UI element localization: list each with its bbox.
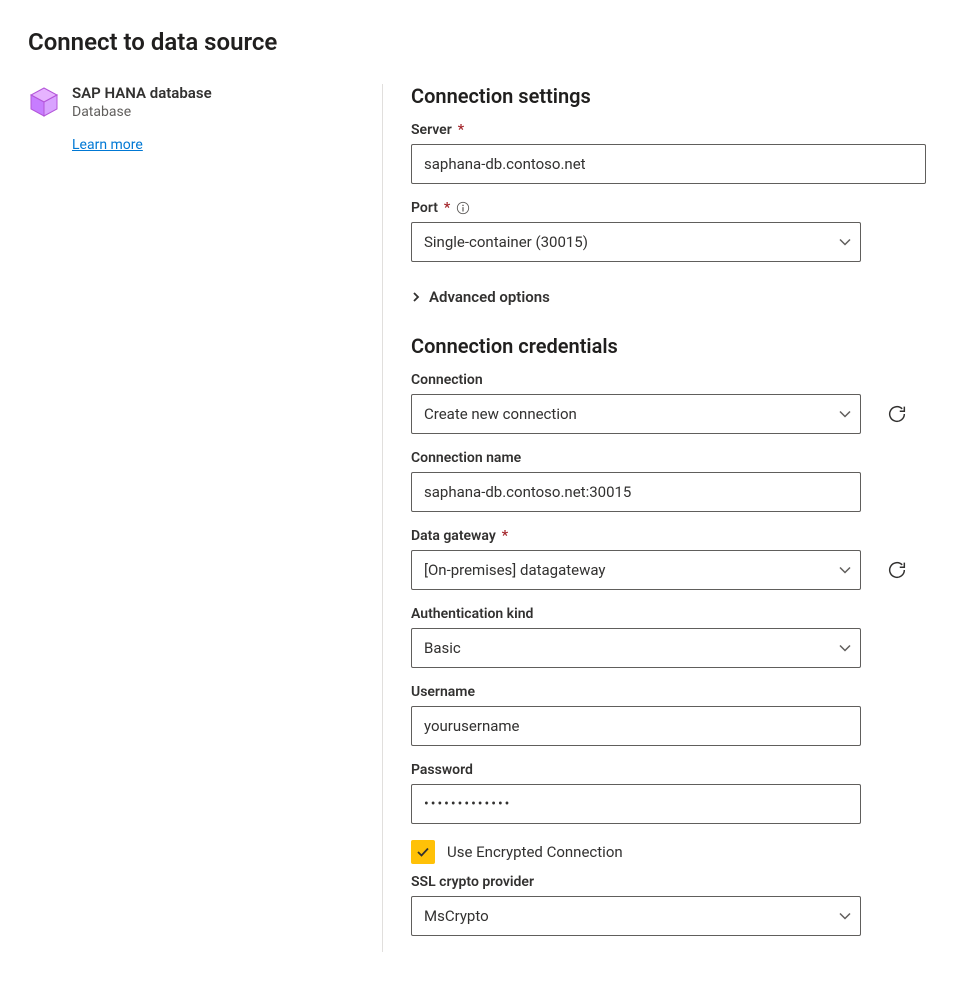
ssl-provider-dropdown[interactable]: MsCrypto	[411, 896, 861, 936]
ssl-provider-value: MsCrypto	[424, 907, 489, 925]
advanced-options-toggle[interactable]: Advanced options	[411, 288, 550, 306]
advanced-options-label: Advanced options	[429, 288, 550, 306]
refresh-gateway-button[interactable]	[883, 556, 911, 584]
source-type: Database	[72, 104, 212, 120]
connection-credentials-heading: Connection credentials	[411, 334, 937, 358]
refresh-connection-button[interactable]	[883, 400, 911, 428]
required-asterisk: *	[444, 200, 450, 216]
connection-value: Create new connection	[424, 405, 577, 423]
chevron-down-icon	[839, 236, 851, 248]
main-form: Connection settings Server * Port * Sing…	[383, 84, 941, 952]
database-cube-icon	[28, 86, 60, 118]
info-icon[interactable]	[456, 201, 470, 215]
server-input[interactable]	[411, 144, 926, 184]
chevron-down-icon	[839, 564, 851, 576]
password-value: •••••••••••••	[424, 796, 511, 812]
chevron-right-icon	[411, 288, 421, 306]
connection-dropdown[interactable]: Create new connection	[411, 394, 861, 434]
username-label: Username	[411, 684, 475, 700]
chevron-down-icon	[839, 910, 851, 922]
connection-name-label: Connection name	[411, 450, 521, 466]
server-label: Server	[411, 122, 452, 138]
auth-kind-dropdown[interactable]: Basic	[411, 628, 861, 668]
chevron-down-icon	[839, 408, 851, 420]
port-dropdown[interactable]: Single-container (30015)	[411, 222, 861, 262]
password-input[interactable]: •••••••••••••	[411, 784, 861, 824]
username-input[interactable]	[411, 706, 861, 746]
encrypted-connection-label: Use Encrypted Connection	[447, 843, 623, 861]
connection-label: Connection	[411, 372, 483, 388]
auth-kind-value: Basic	[424, 639, 461, 657]
gateway-label: Data gateway	[411, 528, 496, 544]
required-asterisk: *	[458, 122, 464, 138]
source-name: SAP HANA database	[72, 84, 212, 102]
port-label: Port	[411, 200, 438, 216]
page-title: Connect to data source	[28, 28, 941, 56]
gateway-value: [On-premises] datagateway	[424, 561, 606, 579]
source-sidebar: SAP HANA database Database Learn more	[28, 84, 383, 952]
ssl-provider-label: SSL crypto provider	[411, 874, 534, 890]
connection-settings-heading: Connection settings	[411, 84, 937, 108]
password-label: Password	[411, 762, 473, 778]
gateway-dropdown[interactable]: [On-premises] datagateway	[411, 550, 861, 590]
required-asterisk: *	[502, 528, 508, 544]
port-value: Single-container (30015)	[424, 233, 588, 251]
auth-kind-label: Authentication kind	[411, 606, 533, 622]
encrypted-connection-checkbox[interactable]	[411, 840, 435, 864]
chevron-down-icon	[839, 642, 851, 654]
connection-name-input[interactable]	[411, 472, 861, 512]
learn-more-link[interactable]: Learn more	[72, 137, 143, 153]
